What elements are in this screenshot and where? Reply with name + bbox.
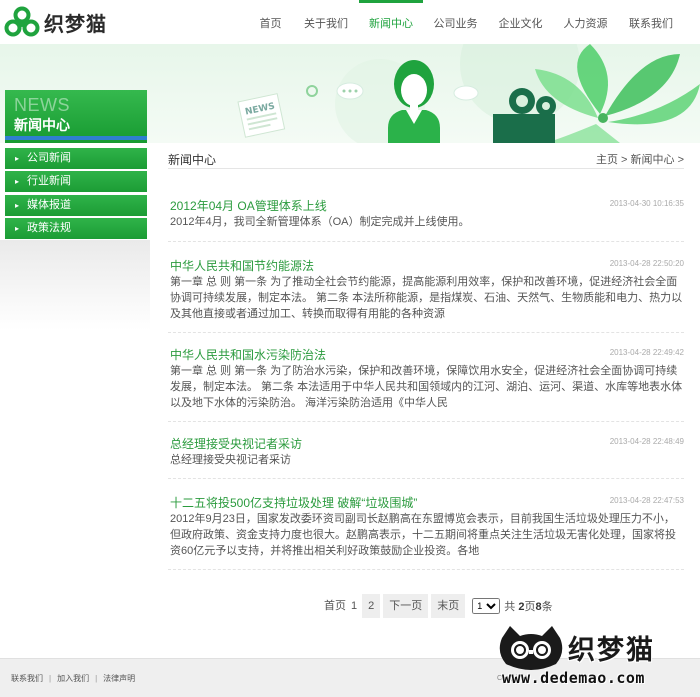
article-title-link[interactable]: 2012年04月 OA管理体系上线 (170, 197, 327, 214)
article-summary: 2012年4月，我司全新管理体系（OA）制定完成并上线使用。 (170, 216, 470, 228)
sidebar-item-label: 政策法规 (27, 221, 71, 234)
pager-total-prefix: 共 (504, 601, 519, 613)
article-title-link[interactable]: 总经理接受央视记者采访 (170, 435, 302, 452)
article-summary: 2012年9月23日，国家发改委环资司副司长赵鹏高在东盟博览会表示，目前我国生活… (170, 513, 676, 558)
speech-bubble-icon (453, 85, 479, 101)
pager-last[interactable]: 末页 (431, 594, 466, 618)
sidebar-item-label: 公司新闻 (27, 152, 71, 164)
nav-home[interactable]: 首页 (248, 0, 293, 44)
watermark-url: www.dedemao.com (502, 669, 645, 687)
chevron-right-icon: ▸ (15, 154, 20, 163)
pager-next[interactable]: 下一页 (383, 594, 429, 618)
article-summary: 第一章 总 则 第一条 为了推动全社会节约能源，提高能源利用效率，保护和改善环境… (170, 276, 683, 321)
article-date: 2013-04-28 22:50:20 (609, 259, 684, 268)
breadcrumb-separator: > (674, 154, 684, 166)
sidebar-title-cn: 新闻中心 (14, 117, 70, 133)
sidebar-item-industry-news[interactable]: ▸ 行业新闻 (5, 171, 147, 193)
brand-name: 织梦猫 (44, 11, 107, 36)
article-summary: 总经理接受央视记者采访 (170, 454, 291, 466)
chevron-right-icon: ▸ (15, 200, 20, 210)
list-item: 十二五将投500亿支持垃圾处理 破解“垃圾围城” 2013-04-28 22:4… (168, 494, 684, 570)
nav-about[interactable]: 关于我们 (293, 0, 359, 44)
cat-face-icon (499, 626, 563, 670)
page-title: 新闻中心 (168, 153, 217, 167)
site-logo[interactable]: 织梦猫 (4, 6, 107, 38)
sidebar-accent-strip (5, 136, 147, 140)
pagination: 首页 1 2 下一页 末页 1 共 2页8条 (324, 594, 553, 618)
article-title-link[interactable]: 十二五将投500亿支持垃圾处理 破解“垃圾围城” (170, 494, 417, 511)
sidebar-item-label: 行业新闻 (27, 175, 71, 188)
breadcrumb-separator: > (617, 154, 631, 166)
sidebar-shade (0, 240, 150, 330)
sidebar-title-en: NEWS (14, 95, 70, 115)
nav-hr[interactable]: 人力资源 (553, 0, 618, 44)
article-date: 2013-04-28 22:47:53 (609, 496, 684, 505)
article-title-link[interactable]: 中华人民共和国节约能源法 (170, 257, 314, 274)
footer-link-contact[interactable]: 联系我们 (11, 674, 43, 683)
content-header: 新闻中心 主页 > 新闻中心 > (168, 147, 684, 169)
page-select[interactable]: 1 (472, 598, 501, 614)
breadcrumb-home[interactable]: 主页 (596, 154, 618, 166)
pager-total: 共 2页8条 (504, 598, 552, 614)
article-date: 2013-04-28 22:49:42 (609, 348, 684, 357)
footer-separator: | (49, 674, 52, 683)
footer-link-join[interactable]: 加入我们 (57, 674, 89, 683)
pager-first[interactable]: 首页 (324, 594, 346, 618)
sidebar-item-company-news[interactable]: ▸ 公司新闻 (5, 148, 147, 169)
sidebar-item-media-reports[interactable]: ▸ 媒体报道 (5, 194, 147, 216)
chevron-right-icon: ▸ (15, 223, 20, 233)
footer-separator: | (95, 674, 98, 683)
nav-news[interactable]: 新闻中心 (359, 0, 423, 44)
chevron-right-icon: ▸ (15, 177, 20, 187)
nav-contact[interactable]: 联系我们 (618, 0, 684, 44)
pager-items-word: 条 (541, 601, 553, 613)
footer-link-legal[interactable]: 法律声明 (103, 674, 135, 683)
pager-page-2[interactable]: 2 (362, 594, 381, 618)
site-header: 织梦猫 首页 关于我们 新闻中心 公司业务 企业文化 人力资源 联系我们 (0, 0, 700, 44)
watermark-name: 织梦猫 (568, 635, 655, 666)
article-summary: 第一章 总 则 第一条 为了防治水污染，保护和改善环境，保障饮用水安全，促进经济… (170, 365, 683, 410)
recycle-icon (306, 85, 318, 97)
newspaper-icon: NEWS (237, 93, 286, 138)
list-item: 中华人民共和国节约能源法 2013-04-28 22:50:20 第一章 总 则… (168, 257, 684, 333)
sidebar-item-label: 媒体报道 (27, 198, 71, 211)
article-title-link[interactable]: 中华人民共和国水污染防治法 (170, 346, 326, 363)
sidebar-item-policies[interactable]: ▸ 政策法规 (5, 217, 147, 239)
nav-culture[interactable]: 企业文化 (488, 0, 553, 44)
watermark: 织梦猫 www.dedemao.com (496, 624, 700, 697)
trefoil-logo-icon (4, 6, 40, 38)
breadcrumb: 主页 > 新闻中心 > (596, 151, 684, 167)
pager-current-page: 1 (351, 600, 358, 612)
list-item: 中华人民共和国水污染防治法 2013-04-28 22:49:42 第一章 总 … (168, 346, 684, 422)
article-date: 2013-04-28 22:48:49 (609, 437, 684, 446)
article-date: 2013-04-30 10:16:35 (609, 199, 684, 208)
pager-pages-word: 页 (524, 601, 536, 613)
breadcrumb-news[interactable]: 新闻中心 (631, 154, 675, 166)
speech-bubble-icon (336, 82, 364, 100)
main-nav: 首页 关于我们 新闻中心 公司业务 企业文化 人力资源 联系我们 (248, 0, 684, 44)
sidebar-menu: ▸ 公司新闻 ▸ 行业新闻 ▸ 媒体报道 ▸ 政策法规 (5, 148, 147, 241)
nav-business[interactable]: 公司业务 (423, 0, 488, 44)
footer-links: 联系我们 | 加入我们 | 法律声明 (11, 673, 135, 684)
list-item: 总经理接受央视记者采访 2013-04-28 22:48:49 总经理接受央视记… (168, 435, 684, 479)
list-item: 2012年04月 OA管理体系上线 2013-04-30 10:16:35 20… (168, 197, 684, 242)
